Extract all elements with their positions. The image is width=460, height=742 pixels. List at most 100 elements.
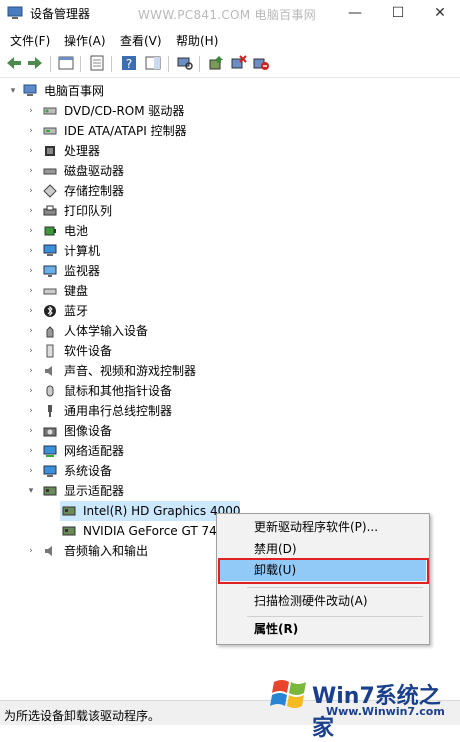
menu-scan-hardware[interactable]: 扫描检测硬件改动(A) <box>220 590 426 612</box>
expand-arrow-icon[interactable]: › <box>26 421 36 441</box>
dvd-drive-icon <box>43 107 57 115</box>
expand-arrow-icon[interactable]: › <box>26 101 36 121</box>
tree-category[interactable]: › 处理器 <box>0 141 460 161</box>
collapse-arrow-icon[interactable]: ▾ <box>26 481 36 501</box>
expand-arrow-icon[interactable]: › <box>26 401 36 421</box>
tree-category[interactable]: › 存储控制器 <box>0 181 460 201</box>
help-icon[interactable]: ? <box>120 54 138 72</box>
menu-update-driver[interactable]: 更新驱动程序软件(P)... <box>220 516 426 538</box>
category-label: 软件设备 <box>64 344 113 358</box>
device-nvidia-geforce[interactable]: NVIDIA GeForce GT 740 <box>60 521 240 541</box>
network-adapter-icon <box>43 445 57 457</box>
menu-bar: 文件(F) 操作(A) 查看(V) 帮助(H) <box>0 29 460 51</box>
disable-device-icon[interactable] <box>252 54 270 72</box>
maximize-button[interactable]: ☐ <box>383 2 413 24</box>
update-driver-icon[interactable] <box>207 54 225 72</box>
menu-properties[interactable]: 属性(R) <box>220 618 426 640</box>
title-bar: 设备管理器 WWW.PC841.COM 电脑百事网 — ☐ ✕ <box>0 0 460 28</box>
svg-text:?: ? <box>126 57 132 71</box>
tree-category[interactable]: › 图像设备 <box>0 421 460 441</box>
tree-category[interactable]: › 监视器 <box>0 261 460 281</box>
expand-arrow-icon[interactable]: › <box>26 361 36 381</box>
menu-view[interactable]: 查看(V) <box>120 32 162 49</box>
category-label: 计算机 <box>64 244 101 258</box>
expand-arrow-icon[interactable]: › <box>26 201 36 221</box>
tree-category[interactable]: › 声音、视频和游戏控制器 <box>0 361 460 381</box>
tree-category[interactable]: › 磁盘驱动器 <box>0 161 460 181</box>
close-button[interactable]: ✕ <box>425 2 455 24</box>
properties-sheet-icon[interactable] <box>88 54 106 72</box>
expand-arrow-icon[interactable]: › <box>26 321 36 341</box>
camera-icon <box>43 427 57 437</box>
back-arrow-icon[interactable] <box>5 54 23 72</box>
forward-arrow-icon[interactable] <box>26 54 44 72</box>
bluetooth-icon <box>44 305 56 317</box>
expand-arrow-icon[interactable]: › <box>26 161 36 181</box>
tree-root[interactable]: ▾ 电脑百事网 <box>0 81 460 101</box>
expand-arrow-icon[interactable]: › <box>26 541 36 561</box>
scan-hardware-icon[interactable] <box>176 54 194 72</box>
expand-arrow-icon[interactable]: › <box>26 281 36 301</box>
category-label: 通用串行总线控制器 <box>64 404 173 418</box>
toolbar-separator <box>199 56 200 72</box>
tree-category[interactable]: › 人体学输入设备 <box>0 321 460 341</box>
show-hide-console-icon[interactable] <box>57 54 75 72</box>
tree-category[interactable]: › 网络适配器 <box>0 441 460 461</box>
tree-category[interactable]: › 蓝牙 <box>0 301 460 321</box>
system-device-icon <box>43 465 57 477</box>
category-label: 电池 <box>64 224 89 238</box>
device-intel-hd-graphics[interactable]: Intel(R) HD Graphics 4000 <box>60 501 241 521</box>
tree-category[interactable]: › 鼠标和其他指针设备 <box>0 381 460 401</box>
category-label: IDE ATA/ATAPI 控制器 <box>64 124 187 138</box>
menu-disable[interactable]: 禁用(D) <box>220 538 426 560</box>
expand-arrow-icon[interactable]: › <box>26 261 36 281</box>
category-label: DVD/CD-ROM 驱动器 <box>64 104 185 118</box>
category-label: 存储控制器 <box>64 184 125 198</box>
expand-arrow-icon[interactable]: › <box>26 341 36 361</box>
tree-category[interactable]: › 系统设备 <box>0 461 460 481</box>
expand-arrow-icon[interactable]: › <box>26 301 36 321</box>
expand-arrow-icon[interactable]: › <box>26 121 36 141</box>
computer-icon <box>43 244 57 256</box>
tree-category[interactable]: › IDE ATA/ATAPI 控制器 <box>0 121 460 141</box>
windows-logo-icon <box>270 680 306 708</box>
audio-io-icon <box>45 546 52 556</box>
action-pane-icon[interactable] <box>144 54 162 72</box>
status-text: 为所选设备卸载该驱动程序。 <box>4 709 161 723</box>
context-menu: 更新驱动程序软件(P)... 禁用(D) 卸载(U) 扫描检测硬件改动(A) 属… <box>216 513 430 645</box>
expand-arrow-icon[interactable]: › <box>26 441 36 461</box>
usb-controller-icon <box>48 405 52 417</box>
tree-category-expanded[interactable]: ▾ 显示适配器 <box>0 481 460 501</box>
collapse-arrow-icon[interactable]: ▾ <box>8 81 18 101</box>
expand-arrow-icon[interactable]: › <box>26 461 36 481</box>
tree-category[interactable]: › 计算机 <box>0 241 460 261</box>
tree-category[interactable]: › 打印队列 <box>0 201 460 221</box>
expand-arrow-icon[interactable]: › <box>26 141 36 161</box>
menu-action[interactable]: 操作(A) <box>64 32 106 49</box>
menu-file[interactable]: 文件(F) <box>10 32 50 49</box>
device-label: NVIDIA GeForce GT 740 <box>83 524 225 538</box>
tree-category[interactable]: › 键盘 <box>0 281 460 301</box>
category-label: 打印队列 <box>64 204 113 218</box>
tree-category[interactable]: › DVD/CD-ROM 驱动器 <box>0 101 460 121</box>
toolbar-separator <box>80 56 81 72</box>
category-label: 键盘 <box>64 284 89 298</box>
category-label: 网络适配器 <box>64 444 125 458</box>
tree-category[interactable]: › 通用串行总线控制器 <box>0 401 460 421</box>
storage-controller-icon <box>43 184 57 198</box>
monitor-icon <box>43 265 57 277</box>
expand-arrow-icon[interactable]: › <box>26 241 36 261</box>
tree-category[interactable]: › 软件设备 <box>0 341 460 361</box>
expand-arrow-icon[interactable]: › <box>26 181 36 201</box>
menu-help[interactable]: 帮助(H) <box>176 32 218 49</box>
minimize-button[interactable]: — <box>340 2 370 24</box>
display-adapter-icon <box>62 526 76 536</box>
category-label: 显示适配器 <box>64 484 125 498</box>
menu-separator <box>247 616 423 617</box>
expand-arrow-icon[interactable]: › <box>26 221 36 241</box>
expand-arrow-icon[interactable]: › <box>26 381 36 401</box>
uninstall-device-icon[interactable] <box>230 54 248 72</box>
toolbar-separator <box>50 56 51 72</box>
tree-category[interactable]: › 电池 <box>0 221 460 241</box>
processor-icon <box>45 146 55 156</box>
